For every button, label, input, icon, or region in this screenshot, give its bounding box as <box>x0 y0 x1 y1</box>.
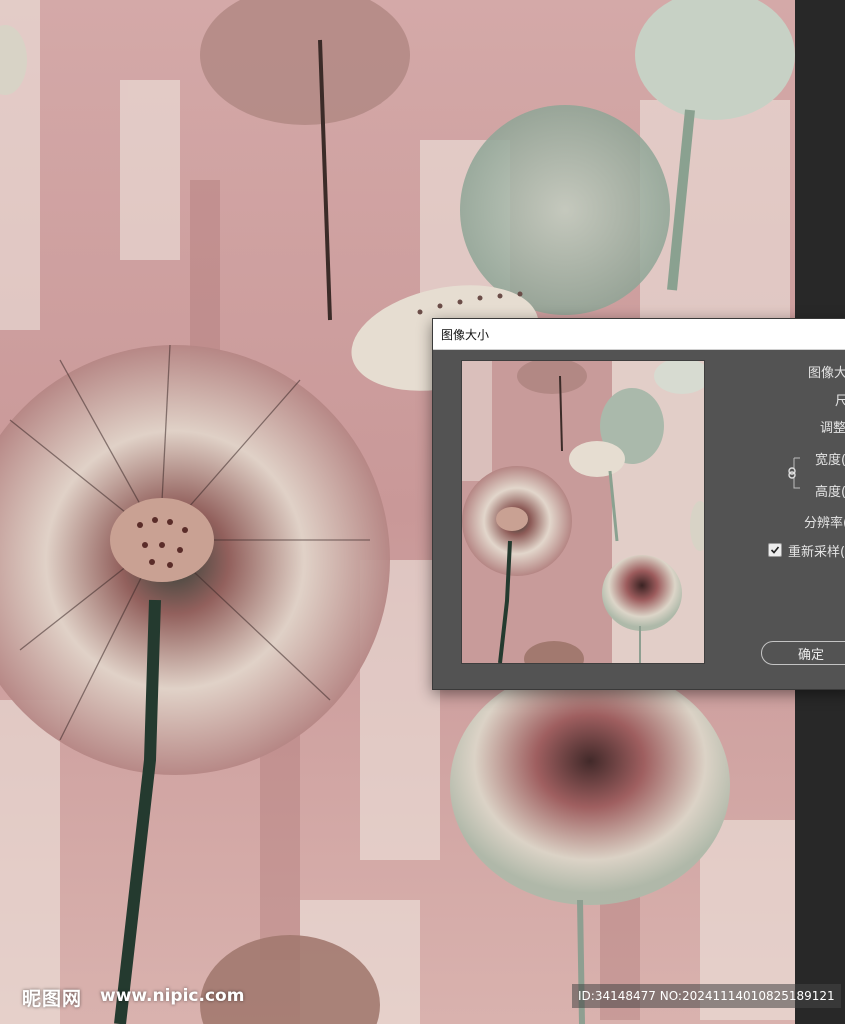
ok-button[interactable]: 确定 <box>761 641 845 665</box>
photoshop-workspace: 图像大小 图像大 尺 调整 宽度(高度(分辨率(重新采样(确定 昵图网 … <box>0 0 845 1024</box>
height-label: 高度( <box>815 485 845 500</box>
watermark-url: www.nipic.com <box>100 986 245 1006</box>
image-preview[interactable] <box>461 360 705 664</box>
chain-link-icon[interactable] <box>787 456 801 490</box>
dialog-title: 图像大小 <box>441 327 490 342</box>
resolution-label: 分辨率( <box>804 516 845 531</box>
checkmark-icon <box>770 546 780 554</box>
watermark-brand: 昵图网 <box>22 988 83 1010</box>
watermark-id-text: ID:34148477 NO:20241114010825189121 <box>578 989 835 1003</box>
resample-checkbox[interactable] <box>768 543 782 557</box>
preview-thumbnail <box>462 361 704 663</box>
dimensions-label: 尺 <box>835 394 845 409</box>
resample-label: 重新采样( <box>788 545 845 560</box>
width-label: 宽度( <box>815 453 845 468</box>
image-size-dialog: 图像大小 <box>432 318 845 690</box>
watermark-id: ID:34148477 NO:20241114010825189121 <box>572 984 841 1008</box>
image-size-label: 图像大 <box>808 366 845 381</box>
fit-to-label: 调整 <box>820 421 845 436</box>
dialog-titlebar[interactable]: 图像大小 <box>433 319 845 350</box>
